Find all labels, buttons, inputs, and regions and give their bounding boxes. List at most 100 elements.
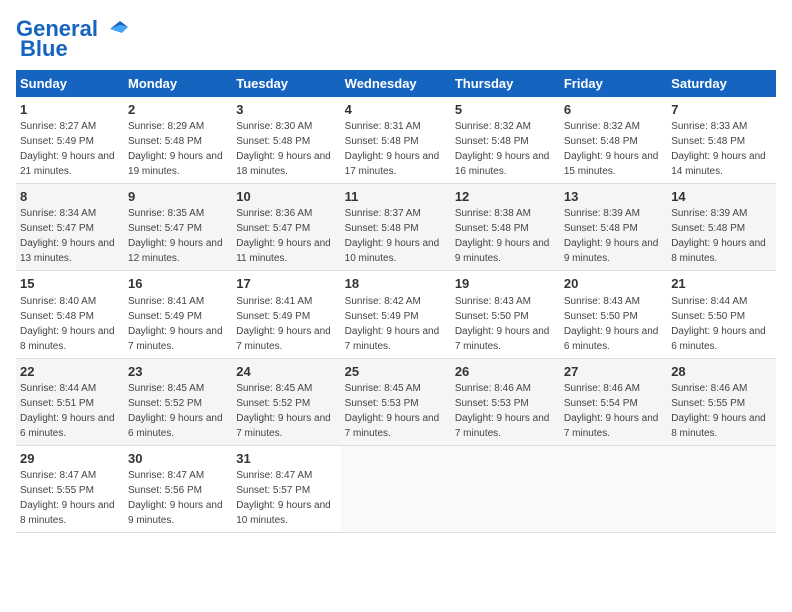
logo-blue: Blue [20, 36, 68, 62]
day-number: 12 [455, 188, 556, 206]
sunset-info: Sunset: 5:50 PM [671, 311, 745, 322]
daylight-info: Daylight: 9 hours and 17 minutes. [345, 151, 440, 177]
day-number: 21 [671, 275, 772, 293]
sunset-info: Sunset: 5:53 PM [345, 398, 419, 409]
day-7: 7Sunrise: 8:33 AMSunset: 5:48 PMDaylight… [667, 97, 776, 184]
header-row: SundayMondayTuesdayWednesdayThursdayFrid… [16, 70, 776, 97]
logo-bird-icon [100, 19, 130, 39]
day-number: 18 [345, 275, 447, 293]
day-5: 5Sunrise: 8:32 AMSunset: 5:48 PMDaylight… [451, 97, 560, 184]
sunset-info: Sunset: 5:49 PM [128, 311, 202, 322]
daylight-info: Daylight: 9 hours and 9 minutes. [128, 500, 223, 526]
day-number: 28 [671, 363, 772, 381]
daylight-info: Daylight: 9 hours and 10 minutes. [345, 238, 440, 264]
sunrise-info: Sunrise: 8:38 AM [455, 208, 531, 219]
empty-cell [667, 445, 776, 532]
sunset-info: Sunset: 5:52 PM [236, 398, 310, 409]
day-number: 27 [564, 363, 663, 381]
sunset-info: Sunset: 5:48 PM [564, 223, 638, 234]
day-number: 14 [671, 188, 772, 206]
sunrise-info: Sunrise: 8:30 AM [236, 121, 312, 132]
day-number: 20 [564, 275, 663, 293]
sunset-info: Sunset: 5:50 PM [564, 311, 638, 322]
daylight-info: Daylight: 9 hours and 13 minutes. [20, 238, 115, 264]
day-number: 29 [20, 450, 120, 468]
sunrise-info: Sunrise: 8:47 AM [128, 470, 204, 481]
sunset-info: Sunset: 5:48 PM [564, 136, 638, 147]
col-wednesday: Wednesday [341, 70, 451, 97]
sunset-info: Sunset: 5:48 PM [671, 223, 745, 234]
day-1: 1 Sunrise: 8:27 AM Sunset: 5:49 PM Daylight… [16, 97, 124, 184]
sunset-info: Sunset: 5:53 PM [455, 398, 529, 409]
daylight-info: Daylight: 9 hours and 7 minutes. [236, 413, 331, 439]
sunrise-info: Sunrise: 8:27 AM [20, 121, 96, 132]
daylight-info: Daylight: 9 hours and 7 minutes. [455, 326, 550, 352]
sunset-info: Sunset: 5:49 PM [20, 136, 94, 147]
sunrise-info: Sunrise: 8:40 AM [20, 296, 96, 307]
day-4: 4Sunrise: 8:31 AMSunset: 5:48 PMDaylight… [341, 97, 451, 184]
day-13: 13Sunrise: 8:39 AMSunset: 5:48 PMDayligh… [560, 184, 667, 271]
week-row-1: 1 Sunrise: 8:27 AM Sunset: 5:49 PM Daylight… [16, 97, 776, 184]
logo: General Blue [16, 16, 130, 62]
calendar-table: SundayMondayTuesdayWednesdayThursdayFrid… [16, 70, 776, 533]
sunrise-info: Sunrise: 8:39 AM [564, 208, 640, 219]
sunrise-info: Sunrise: 8:37 AM [345, 208, 421, 219]
day-26: 26Sunrise: 8:46 AMSunset: 5:53 PMDayligh… [451, 358, 560, 445]
sunset-info: Sunset: 5:48 PM [455, 223, 529, 234]
daylight-info: Daylight: 9 hours and 8 minutes. [671, 413, 766, 439]
day-number: 22 [20, 363, 120, 381]
day-number: 26 [455, 363, 556, 381]
daylight-info: Daylight: 9 hours and 15 minutes. [564, 151, 659, 177]
day-number: 13 [564, 188, 663, 206]
day-number: 2 [128, 101, 228, 119]
daylight-info: Daylight: 9 hours and 8 minutes. [671, 238, 766, 264]
day-29: 29Sunrise: 8:47 AMSunset: 5:55 PMDayligh… [16, 445, 124, 532]
sunrise-info: Sunrise: 8:31 AM [345, 121, 421, 132]
sunset-info: Sunset: 5:56 PM [128, 485, 202, 496]
sunrise-info: Sunrise: 8:47 AM [236, 470, 312, 481]
empty-cell [560, 445, 667, 532]
day-number: 3 [236, 101, 336, 119]
sunrise-info: Sunrise: 8:43 AM [564, 296, 640, 307]
sunrise-info: Sunrise: 8:41 AM [236, 296, 312, 307]
sunset-info: Sunset: 5:48 PM [128, 136, 202, 147]
sunset-info: Sunset: 5:48 PM [345, 136, 419, 147]
sunrise-info: Sunrise: 8:45 AM [128, 383, 204, 394]
sunrise-info: Sunrise: 8:44 AM [671, 296, 747, 307]
sunrise-info: Sunrise: 8:39 AM [671, 208, 747, 219]
sunset-info: Sunset: 5:51 PM [20, 398, 94, 409]
daylight-info: Daylight: 9 hours and 7 minutes. [455, 413, 550, 439]
day-22: 22Sunrise: 8:44 AMSunset: 5:51 PMDayligh… [16, 358, 124, 445]
sunrise-info: Sunrise: 8:29 AM [128, 121, 204, 132]
daylight-info: Daylight: 9 hours and 6 minutes. [671, 326, 766, 352]
sunrise-info: Sunrise: 8:45 AM [236, 383, 312, 394]
daylight-info: Daylight: 9 hours and 10 minutes. [236, 500, 331, 526]
day-3: 3 Sunrise: 8:30 AM Sunset: 5:48 PM Daylight… [232, 97, 340, 184]
sunset-info: Sunset: 5:54 PM [564, 398, 638, 409]
sunset-info: Sunset: 5:55 PM [20, 485, 94, 496]
day-19: 19Sunrise: 8:43 AMSunset: 5:50 PMDayligh… [451, 271, 560, 358]
day-14: 14 Sunrise: 8:39 AM Sunset: 5:48 PM Dayligh… [667, 184, 776, 271]
sunset-info: Sunset: 5:47 PM [20, 223, 94, 234]
col-monday: Monday [124, 70, 232, 97]
daylight-info: Daylight: 9 hours and 16 minutes. [455, 151, 550, 177]
day-8: 8Sunrise: 8:34 AMSunset: 5:47 PMDaylight… [16, 184, 124, 271]
daylight-info: Daylight: 9 hours and 7 minutes. [236, 326, 331, 352]
sunset-info: Sunset: 5:48 PM [345, 223, 419, 234]
daylight-info: Daylight: 9 hours and 7 minutes. [128, 326, 223, 352]
sunset-info: Sunset: 5:57 PM [236, 485, 310, 496]
daylight-info: Daylight: 9 hours and 7 minutes. [345, 326, 440, 352]
sunrise-info: Sunrise: 8:33 AM [671, 121, 747, 132]
daylight-info: Daylight: 9 hours and 21 minutes. [20, 151, 115, 177]
week-row-2: 8Sunrise: 8:34 AMSunset: 5:47 PMDaylight… [16, 184, 776, 271]
daylight-info: Daylight: 9 hours and 18 minutes. [236, 151, 331, 177]
sunset-info: Sunset: 5:48 PM [236, 136, 310, 147]
day-number: 1 [20, 101, 120, 119]
day-12: 12Sunrise: 8:38 AMSunset: 5:48 PMDayligh… [451, 184, 560, 271]
day-24: 24Sunrise: 8:45 AMSunset: 5:52 PMDayligh… [232, 358, 340, 445]
daylight-info: Daylight: 9 hours and 14 minutes. [671, 151, 766, 177]
day-number: 9 [128, 188, 228, 206]
day-31: 31Sunrise: 8:47 AMSunset: 5:57 PMDayligh… [232, 445, 340, 532]
col-saturday: Saturday [667, 70, 776, 97]
day-9: 9Sunrise: 8:35 AMSunset: 5:47 PMDaylight… [124, 184, 232, 271]
